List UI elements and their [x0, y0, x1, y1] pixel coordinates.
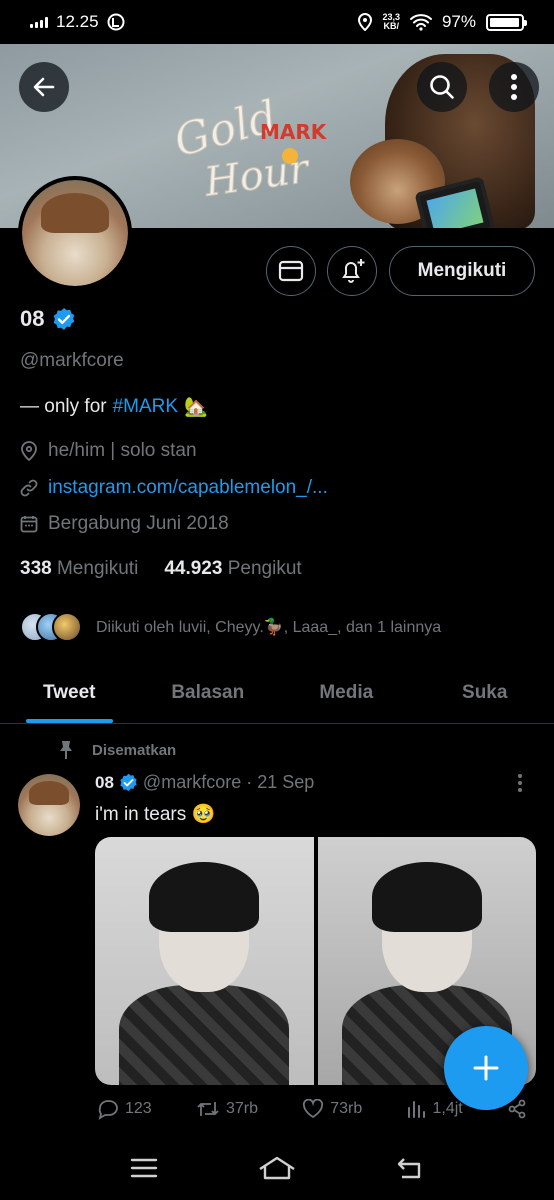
banner-artwork-text: Gold Hour MARK: [168, 91, 328, 207]
status-left: 12.25: [30, 12, 125, 32]
profile-handle: @markfcore: [20, 350, 124, 371]
bell-plus-icon: [342, 259, 365, 283]
notification-toggle-button[interactable]: [327, 246, 377, 296]
arrow-left-icon: [33, 77, 55, 97]
reply-action[interactable]: 123: [97, 1098, 152, 1120]
battery-percent: 97%: [441, 12, 476, 31]
following-label: Mengikuti: [56, 558, 139, 579]
bio-hashtag-link[interactable]: #MARK: [113, 396, 178, 418]
bio-emoji: 🏡: [184, 397, 208, 418]
joined-row: Bergabung Juni 2018: [20, 513, 229, 535]
following-count: 338: [20, 558, 52, 579]
share-action[interactable]: [507, 1099, 527, 1119]
signal-icon: [30, 16, 48, 28]
profile-bio: — only for #MARK 🏡: [20, 395, 208, 419]
retweet-count: 37rb: [225, 1100, 258, 1117]
net-speed-unit: KB/: [383, 21, 399, 31]
tweet-text: i'm in tears 🥹: [95, 804, 216, 825]
status-right: 23,3 KB/ 97%: [358, 12, 527, 32]
followed-by-row[interactable]: Diikuti oleh luvii, Cheyy.🦆, Laaa_, dan …: [20, 612, 441, 642]
tweet-author-name[interactable]: 08: [95, 773, 114, 793]
followers-stat[interactable]: 44.923 Pengikut: [164, 558, 301, 580]
search-icon: [430, 75, 454, 99]
joined-text: Bergabung Juni 2018: [48, 513, 229, 534]
reply-icon: [98, 1100, 118, 1120]
back-button[interactable]: [19, 62, 69, 112]
location-icon: [358, 13, 373, 31]
tab-media[interactable]: Media: [277, 662, 416, 723]
banner-mark-text: MARK: [260, 120, 328, 144]
retweet-action[interactable]: 37rb: [196, 1099, 258, 1119]
tweet-more-button[interactable]: [518, 774, 522, 792]
tweet-author-handle: @markfcore: [142, 772, 242, 792]
profile-avatar[interactable]: [18, 176, 132, 290]
tweet-photo-1[interactable]: [95, 837, 314, 1085]
location-row: he/him | solo stan: [20, 440, 197, 462]
system-nav-bar: [0, 1136, 554, 1200]
more-options-button[interactable]: [489, 62, 539, 112]
views-action[interactable]: 1,4jt: [406, 1099, 463, 1119]
location-pin-icon: [21, 441, 37, 461]
heart-icon: [303, 1099, 324, 1119]
pin-icon: [60, 741, 72, 759]
reply-count: 123: [125, 1100, 152, 1117]
more-vertical-icon: [511, 74, 517, 100]
tweet-date[interactable]: 21 Sep: [257, 772, 314, 793]
following-button[interactable]: Mengikuti: [389, 246, 535, 296]
verified-badge-icon: [120, 773, 137, 792]
views-count: 1,4jt: [432, 1100, 463, 1117]
link-icon: [20, 479, 38, 497]
like-count: 73rb: [330, 1100, 363, 1117]
verified-badge-icon[interactable]: [52, 307, 76, 331]
like-action[interactable]: 73rb: [302, 1099, 362, 1119]
calendar-icon: [20, 516, 38, 533]
tweet-author-avatar[interactable]: [18, 774, 80, 836]
tweet-actions: 123 37rb 73rb 1,4jt: [97, 1098, 527, 1120]
followers-label: Pengikut: [227, 558, 302, 579]
tweet-header: 08 @markfcore · 21 Sep: [95, 772, 314, 793]
views-chart-icon: [408, 1101, 426, 1118]
profile-tabs: Tweet Balasan Media Suka: [0, 662, 554, 724]
share-icon: [508, 1099, 526, 1119]
back-nav-icon[interactable]: [396, 1156, 424, 1180]
tab-replies[interactable]: Balasan: [139, 662, 278, 723]
mail-icon: [278, 260, 304, 282]
recent-apps-icon[interactable]: [130, 1157, 158, 1179]
battery-icon: [486, 13, 527, 31]
search-button[interactable]: [417, 62, 467, 112]
pinned-label-row: Disematkan: [58, 740, 176, 760]
plus-icon: [473, 1055, 499, 1081]
website-row: instagram.com/capablemelon_/...: [20, 477, 328, 499]
name-row: 08: [20, 306, 76, 332]
mutual-avatar: [52, 612, 82, 642]
wifi-icon: [409, 14, 432, 31]
net-speed: 23,3 KB/: [382, 13, 400, 31]
location-text: he/him | solo stan: [48, 440, 197, 461]
tab-likes[interactable]: Suka: [416, 662, 554, 723]
tweet-separator: ·: [246, 772, 253, 792]
mutual-avatars: [20, 612, 86, 642]
bio-text: — only for: [20, 396, 107, 417]
followers-count: 44.923: [164, 558, 223, 579]
data-saver-icon: [107, 13, 125, 31]
clock: 12.25: [56, 12, 99, 31]
retweet-icon: [197, 1102, 219, 1116]
status-bar: 12.25 23,3 KB/ 97%: [0, 0, 554, 44]
home-icon[interactable]: [257, 1155, 297, 1181]
display-name: 08: [20, 306, 45, 331]
message-button[interactable]: [266, 246, 316, 296]
tab-tweet[interactable]: Tweet: [0, 662, 139, 723]
follow-stats: 338 Mengikuti 44.923 Pengikut: [20, 558, 302, 580]
website-link[interactable]: instagram.com/capablemelon_/...: [48, 477, 328, 499]
following-stat[interactable]: 338 Mengikuti: [20, 558, 138, 580]
followed-by-text: Diikuti oleh luvii, Cheyy.🦆, Laaa_, dan …: [96, 619, 442, 636]
pinned-label: Disematkan: [92, 741, 177, 759]
